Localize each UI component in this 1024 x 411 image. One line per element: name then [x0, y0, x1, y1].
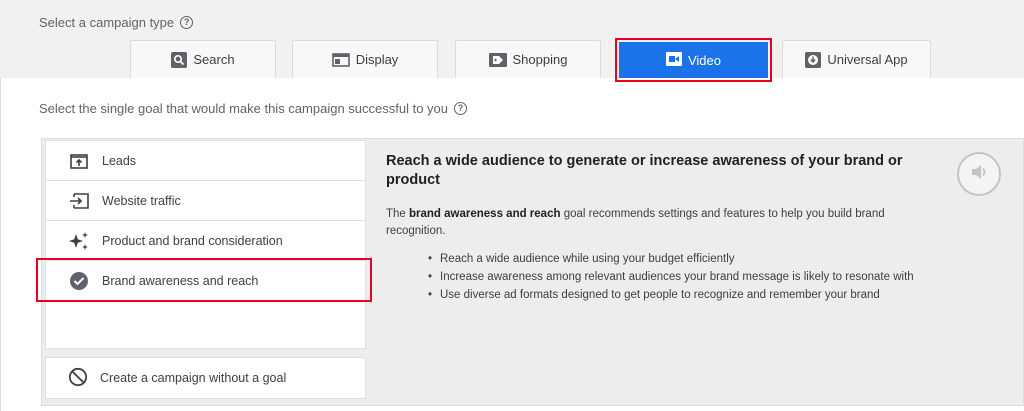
- tab-label: Search: [193, 52, 235, 67]
- tab-universal-app[interactable]: Universal App: [782, 40, 931, 78]
- help-icon[interactable]: ?: [180, 16, 194, 29]
- video-camera-icon: [665, 51, 682, 69]
- sparkle-icon: [68, 230, 90, 252]
- speaker-icon: [969, 162, 989, 187]
- bullet-item: Reach a wide audience while using your b…: [428, 250, 926, 268]
- block-icon: [68, 367, 88, 390]
- goal-detail-description: The brand awareness and reach goal recom…: [386, 206, 926, 240]
- tab-video[interactable]: Video: [619, 42, 768, 78]
- goal-item-label: Website traffic: [102, 193, 181, 208]
- tab-label: Universal App: [827, 52, 908, 67]
- goal-item-label: Product and brand consideration: [102, 233, 283, 248]
- bullet-item: Increase awareness among relevant audien…: [428, 268, 926, 286]
- desc-bold: brand awareness and reach: [409, 208, 561, 220]
- goal-item-brand-awareness-reach[interactable]: Brand awareness and reach: [46, 261, 365, 301]
- goal-list: Leads Website traffic Product and brand …: [45, 140, 366, 349]
- tab-display[interactable]: Display: [292, 40, 438, 78]
- desc-prefix: The: [386, 208, 410, 220]
- tab-shopping[interactable]: Shopping: [455, 40, 601, 78]
- tab-label: Video: [687, 52, 721, 68]
- tab-search[interactable]: Search: [130, 40, 276, 78]
- display-icon: [331, 52, 350, 67]
- website-traffic-icon: [68, 190, 90, 212]
- goal-item-leads[interactable]: Leads: [46, 141, 365, 181]
- download-app-icon: [805, 51, 822, 68]
- goal-item-label: Leads: [102, 153, 137, 168]
- leads-upload-icon: [68, 150, 90, 172]
- goal-detail: Reach a wide audience to generate or inc…: [386, 152, 926, 304]
- no-goal-label: Create a campaign without a goal: [100, 371, 287, 385]
- help-icon[interactable]: ?: [454, 102, 468, 115]
- bullet-item: Use diverse ad formats designed to get p…: [428, 286, 926, 304]
- campaign-type-heading: Select a campaign type ?: [39, 15, 194, 30]
- goal-title: Select the single goal that would make t…: [39, 101, 449, 116]
- campaign-type-title: Select a campaign type: [39, 15, 175, 30]
- check-circle-icon: [68, 270, 90, 292]
- goal-item-label: Brand awareness and reach: [102, 274, 259, 288]
- audio-play-button[interactable]: [957, 152, 1001, 196]
- goal-item-website-traffic[interactable]: Website traffic: [46, 181, 365, 221]
- goal-detail-bullets: Reach a wide audience while using your b…: [428, 250, 926, 304]
- goal-heading: Select the single goal that would make t…: [39, 101, 468, 116]
- search-icon: [171, 51, 188, 68]
- tab-label: Display: [355, 52, 399, 67]
- goal-item-product-brand-consideration[interactable]: Product and brand consideration: [46, 221, 365, 261]
- tab-label: Shopping: [512, 52, 568, 67]
- shopping-tag-icon: [488, 52, 507, 67]
- goal-detail-heading: Reach a wide audience to generate or inc…: [386, 153, 903, 188]
- tab-video-highlight: Video: [615, 38, 772, 82]
- create-without-goal-option[interactable]: Create a campaign without a goal: [45, 357, 366, 399]
- campaign-type-area: Select a campaign type ? Search Display …: [0, 0, 1024, 82]
